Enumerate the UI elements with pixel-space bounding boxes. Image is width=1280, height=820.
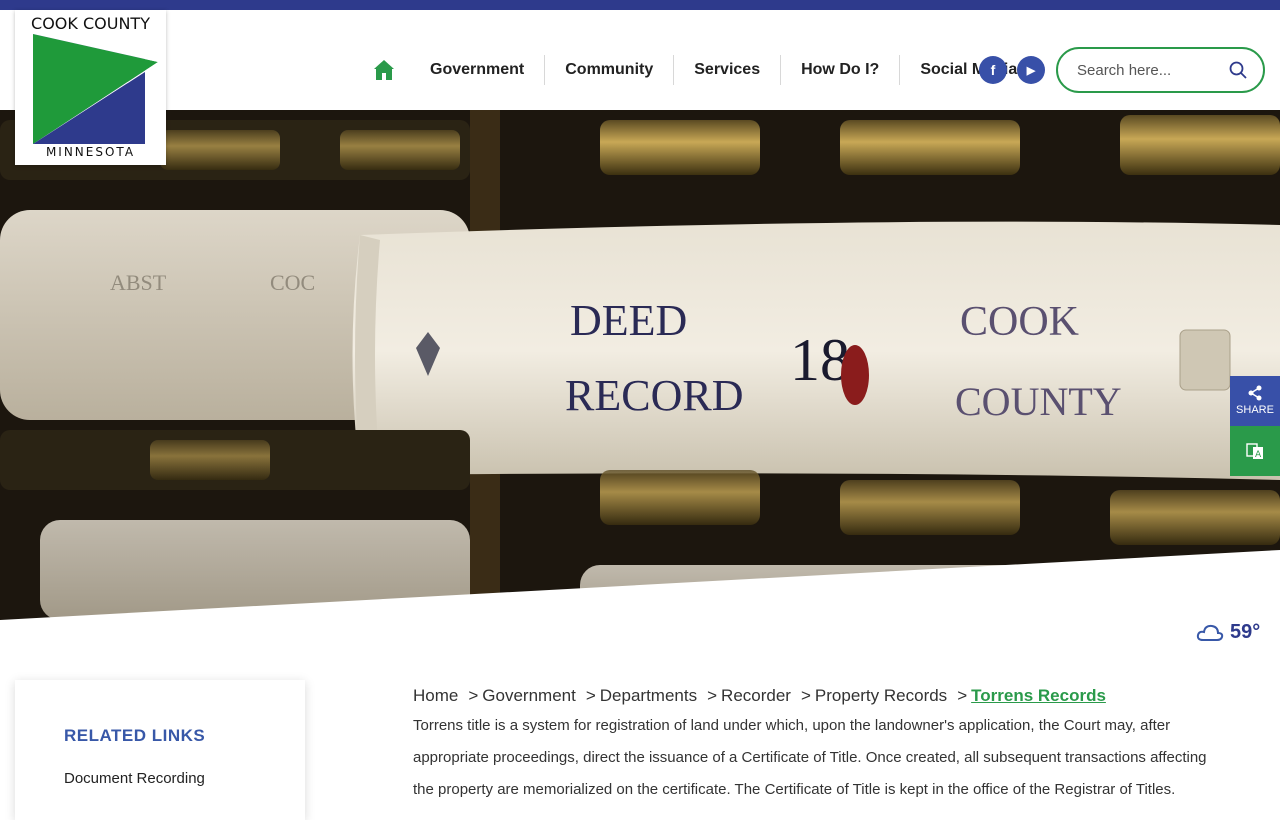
breadcrumb-separator: > <box>707 686 718 705</box>
breadcrumb-separator: > <box>800 686 811 705</box>
main-nav: Government Community Services How Do I? … <box>370 50 1037 90</box>
weather-temperature: 59° <box>1230 620 1261 643</box>
share-icon <box>1248 385 1262 401</box>
logo-bottom-text: MINNESOTA <box>45 145 136 159</box>
breadcrumb: Home > Government > Departments > Record… <box>413 686 1106 706</box>
youtube-icon[interactable]: ▶ <box>1017 56 1045 84</box>
nav-item-how-do-i[interactable]: How Do I? <box>780 55 899 85</box>
nav-item-government[interactable]: Government <box>410 55 544 85</box>
logo-emblem <box>33 34 158 144</box>
related-links-title: RELATED LINKS <box>64 726 206 745</box>
home-icon[interactable] <box>370 56 398 84</box>
breadcrumb-current-page[interactable]: Torrens Records <box>971 686 1106 706</box>
deed-record-books-image: ABST COC DEED RECORD 18 COOK COUNTY <box>0 110 1280 620</box>
breadcrumb-home[interactable]: Home <box>413 686 458 706</box>
breadcrumb-departments[interactable]: Departments <box>600 686 697 706</box>
book-text-record: RECORD <box>565 371 743 420</box>
translate-button[interactable]: A <box>1230 426 1280 476</box>
breadcrumb-property-records[interactable]: Property Records <box>815 686 947 706</box>
share-button[interactable]: SHARE <box>1230 376 1280 426</box>
search-icon[interactable] <box>1229 61 1247 84</box>
book-text-deed: DEED <box>570 296 687 345</box>
hero-image: ABST COC DEED RECORD 18 COOK COUNTY <box>0 110 1280 620</box>
page-body-text: Torrens title is a system for registrati… <box>413 717 1207 798</box>
svg-text:ABST: ABST <box>110 270 167 295</box>
search-box <box>1056 47 1265 93</box>
book-number: 18 <box>790 327 850 393</box>
nav-item-services[interactable]: Services <box>673 55 780 85</box>
breadcrumb-separator: > <box>468 686 479 705</box>
county-logo[interactable]: COOK COUNTY MINNESOTA <box>15 10 166 165</box>
breadcrumb-government[interactable]: Government <box>482 686 576 706</box>
svg-text:COUNTY: COUNTY <box>955 379 1122 424</box>
share-label: SHARE <box>1236 404 1274 416</box>
top-accent-bar <box>0 0 1280 10</box>
search-input[interactable] <box>1077 59 1227 81</box>
svg-text:A: A <box>1255 450 1262 460</box>
cloud-icon <box>1196 624 1224 641</box>
nav-item-community[interactable]: Community <box>544 55 673 85</box>
breadcrumb-separator: > <box>957 686 968 705</box>
logo-top-text: COOK COUNTY <box>31 14 150 33</box>
facebook-icon[interactable]: f <box>979 56 1007 84</box>
breadcrumb-separator: > <box>585 686 596 705</box>
related-link-document-recording[interactable]: Document Recording <box>64 770 205 787</box>
translate-icon: A <box>1246 443 1263 460</box>
site-header: Government Community Services How Do I? … <box>0 10 1280 110</box>
svg-text:COC: COC <box>270 270 315 295</box>
breadcrumb-recorder[interactable]: Recorder <box>721 686 791 706</box>
related-links-panel: RELATED LINKS Document Recording <box>15 680 305 820</box>
weather-widget[interactable]: 59° <box>1196 620 1260 644</box>
svg-text:COOK: COOK <box>960 299 1079 345</box>
